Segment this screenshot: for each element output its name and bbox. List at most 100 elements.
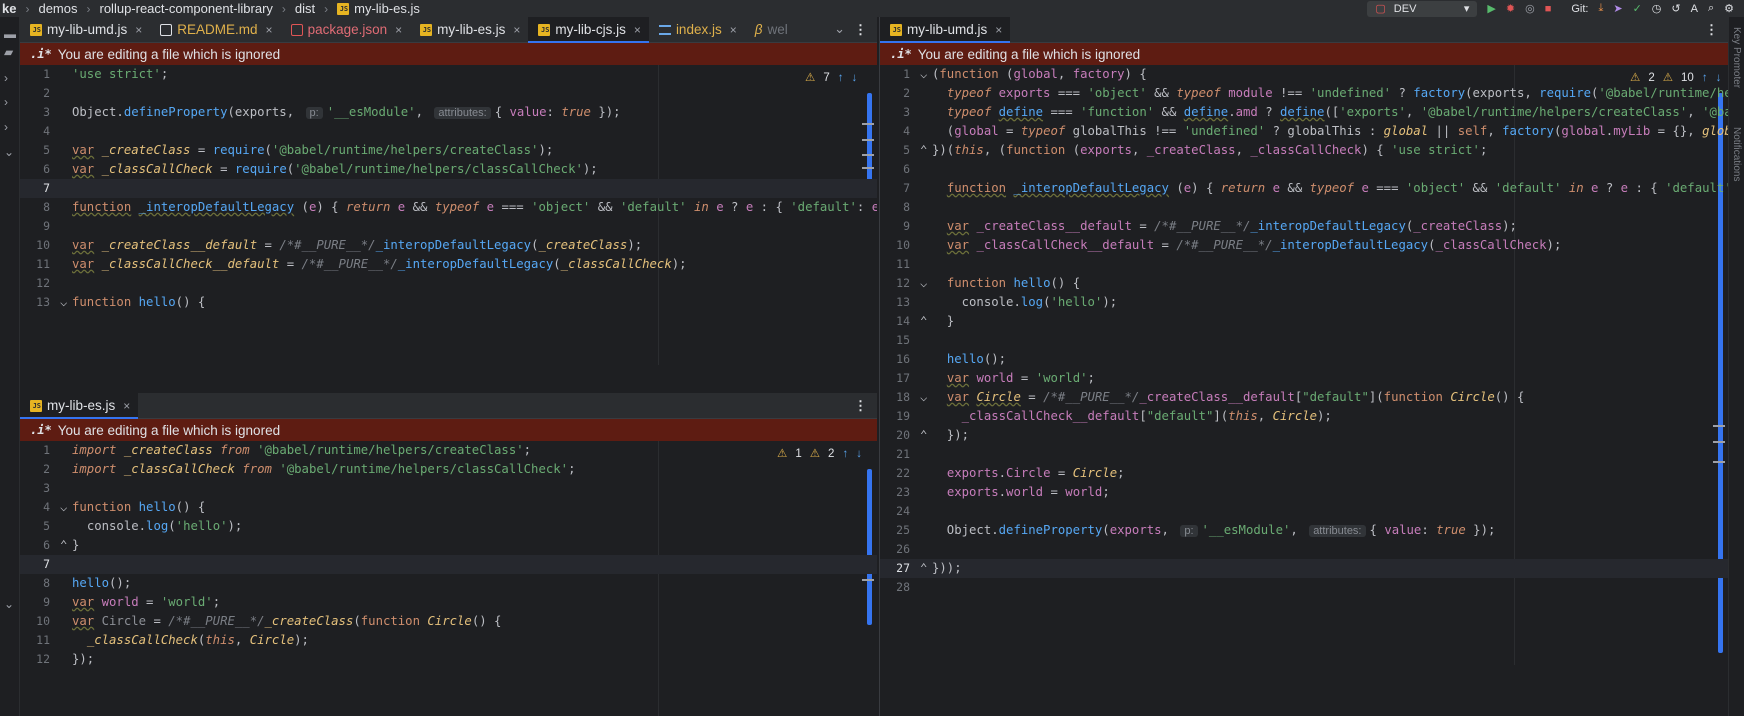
code-editor-es[interactable]: ⚠ 1 ⚠ 2 ↑ ↓ 1 import _createClass from '@bab…	[20, 441, 877, 716]
stop-icon[interactable]: ■	[1545, 3, 1552, 15]
code-line: 9	[43, 219, 50, 233]
editor-tabs-bottom: JS my-lib-es.js × ⋮	[20, 393, 877, 419]
code-line: 12	[36, 276, 50, 290]
chevron-right-icon[interactable]: ›	[4, 71, 8, 85]
code-line: 12 ⌵ function hello() {	[896, 276, 1081, 290]
code-line: 10 var _classCallCheck__default = /*#__P…	[896, 238, 1562, 252]
close-icon[interactable]: ×	[266, 23, 273, 37]
chevron-down-icon[interactable]: ⌄	[4, 145, 14, 159]
code-line: 9 var _createClass__default = /*#__PURE_…	[903, 219, 1517, 233]
toolbar-right: ▢ DEV ▾ ▶ ✹ ◎ ■ Git: ⤓ ➤ ✓ ◷ ↺ A ⌕ ⚙	[1367, 0, 1744, 17]
close-icon[interactable]: ×	[513, 23, 520, 37]
tab-my-lib-es-bottom[interactable]: JS my-lib-es.js ×	[20, 393, 139, 419]
more-icon[interactable]: ⋮	[1705, 22, 1718, 38]
git-commit-icon[interactable]: ✓	[1633, 2, 1642, 15]
editor-pane-es: JS my-lib-es.js × ⋮ .i* You are editing a f…	[20, 393, 877, 716]
breadcrumb-demos[interactable]: demos	[38, 1, 77, 16]
code-line: 4 (global = typeof globalThis !== 'undef…	[903, 124, 1728, 138]
config-icon: ▢	[1375, 3, 1386, 15]
tab-label: wel	[767, 22, 788, 37]
code-line: 1 ⌵ (function (global, factory) {	[903, 67, 1147, 81]
more-icon[interactable]: ⋮	[854, 22, 867, 38]
profile-icon[interactable]: ◎	[1525, 2, 1535, 15]
tab-index-js[interactable]: index.js ×	[649, 17, 745, 42]
pane-splitter[interactable]	[20, 365, 877, 391]
code-editor-cjs[interactable]: ⚠ 7 ↑ ↓ 1'use strict'; 2 3 Object.definePro…	[20, 65, 877, 365]
code-line: 16 hello();	[896, 352, 1007, 366]
tab-my-lib-es[interactable]: JS my-lib-es.js ×	[410, 17, 528, 42]
code-line: 22 exports.Circle = Circle;	[896, 466, 1125, 480]
tab-webpack[interactable]: β wel	[745, 17, 796, 42]
code-editor-umd[interactable]: ⚠ 2 ⚠ 10 ↑ ↓ 1 ⌵ (function (global, factory) …	[880, 65, 1728, 665]
gear-icon[interactable]: ⚙	[1724, 2, 1734, 15]
close-icon[interactable]: ×	[135, 23, 142, 37]
git-push-icon[interactable]: ➤	[1613, 2, 1622, 15]
breadcrumb-dist[interactable]: dist	[295, 1, 315, 16]
tab-label: package.json	[307, 22, 388, 37]
js-file-icon: JS	[30, 23, 42, 36]
js-file-icon: JS	[337, 2, 350, 15]
code-line: 2 import _classCallCheck from '@babel/run…	[43, 462, 576, 476]
code-line: 9 var world = 'world';	[43, 595, 221, 609]
code-line: 20 ⌃ });	[896, 428, 970, 442]
translate-icon[interactable]: A	[1691, 3, 1698, 15]
code-line: 23 exports.world = world;	[896, 485, 1110, 499]
project-name[interactable]: ke	[2, 1, 16, 16]
tab-list-chevron-icon[interactable]: ⌄	[834, 21, 845, 37]
rollback-icon[interactable]: ↺	[1671, 2, 1680, 15]
more-icon[interactable]: ⋮	[854, 398, 867, 414]
js-file-icon: JS	[538, 23, 551, 36]
code-line-current: 7	[20, 179, 877, 198]
tab-my-lib-umd-right[interactable]: JS my-lib-umd.js ×	[880, 17, 1011, 43]
close-icon[interactable]: ×	[730, 23, 737, 37]
close-icon[interactable]: ×	[995, 23, 1002, 37]
code-line: 12});	[36, 652, 95, 666]
package-json-icon	[290, 23, 303, 36]
git-label: Git:	[1571, 2, 1589, 15]
code-line: 13 console.log('hello');	[896, 295, 1118, 309]
code-line: 26	[896, 542, 910, 556]
tab-label: my-lib-cjs.js	[555, 22, 626, 37]
breadcrumb-file[interactable]: my-lib-es.js	[354, 1, 420, 16]
code-line: 28	[896, 580, 910, 594]
debug-icon[interactable]: ✹	[1506, 2, 1515, 15]
code-line: 6 var _classCallCheck = require('@babel/r…	[43, 162, 598, 176]
code-line: 6 ⌃}	[43, 538, 80, 552]
param-hint: attributes:	[1309, 525, 1366, 537]
navigation-bar: ke › demos › rollup-react-component-libr…	[0, 0, 1744, 17]
chevron-down-icon[interactable]: ⌄	[4, 597, 14, 611]
tab-readme[interactable]: README.md ×	[150, 17, 280, 42]
tab-label: my-lib-es.js	[437, 22, 506, 37]
param-hint: p:	[1180, 525, 1198, 537]
tab-my-lib-cjs[interactable]: JS my-lib-cjs.js ×	[528, 17, 649, 43]
project-tool-icon[interactable]: ▬	[4, 27, 16, 41]
param-hint: attributes:	[434, 107, 491, 119]
close-icon[interactable]: ×	[123, 399, 130, 413]
code-line: 17 var world = 'world';	[896, 371, 1095, 385]
close-icon[interactable]: ×	[634, 23, 641, 37]
code-line: 7 function _interopDefaultLegacy (e) { r…	[903, 181, 1728, 195]
code-line: 13 ⌵ function hello() {	[36, 295, 206, 309]
history-icon[interactable]: ◷	[1652, 2, 1662, 15]
breadcrumb-library[interactable]: rollup-react-component-library	[100, 1, 273, 16]
banner-prefix: .i*	[890, 47, 912, 61]
git-update-icon[interactable]: ⤓	[1598, 2, 1603, 15]
code-line: 2 typeof exports === 'object' && typeof …	[903, 86, 1728, 100]
chevron-right-icon[interactable]: ›	[4, 95, 8, 109]
notifications-tool-label[interactable]: Notifications	[1731, 127, 1742, 181]
code-line: 14 ⌃ }	[896, 314, 955, 328]
banner-text: You are editing a file which is ignored	[57, 422, 281, 438]
ignored-file-banner: .i* You are editing a file which is ignor…	[880, 43, 1728, 65]
close-icon[interactable]: ×	[395, 23, 402, 37]
tab-my-lib-umd[interactable]: JS my-lib-umd.js ×	[20, 17, 150, 42]
search-icon[interactable]: ⌕	[1708, 2, 1714, 15]
code-line: 5 var _createClass = require('@babel/runt…	[43, 143, 554, 157]
key-promoter-tool-label[interactable]: Key Promoter	[1731, 27, 1742, 88]
folder-icon[interactable]: ▰	[4, 45, 13, 59]
tab-package-json[interactable]: package.json ×	[281, 17, 411, 42]
chevron-right-icon[interactable]: ›	[4, 120, 8, 134]
code-line-current: 27 ⌃}));	[880, 559, 1728, 578]
code-line: 18 ⌵ var Circle = /*#__PURE__*/_createCla…	[896, 390, 1525, 404]
run-icon[interactable]: ▶	[1487, 2, 1495, 15]
run-config-select[interactable]: ▢ DEV ▾	[1367, 0, 1478, 17]
